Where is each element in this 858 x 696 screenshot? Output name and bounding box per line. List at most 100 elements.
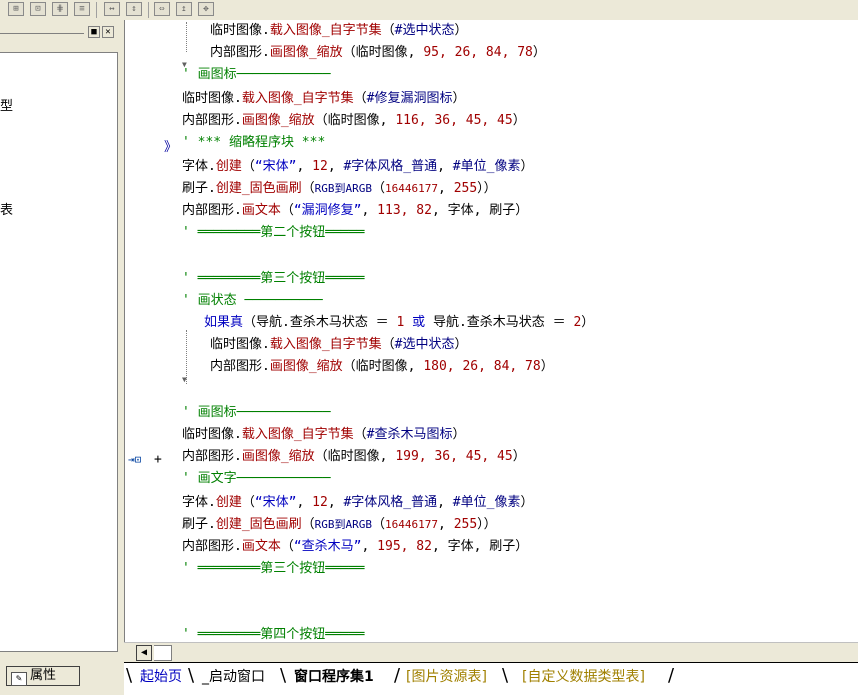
code-token: （ [372,181,386,196]
code-token: （ [381,23,395,38]
scroll-track[interactable] [154,645,172,661]
breakpoint-icon[interactable]: ⇥⊡ [128,453,141,466]
height-icon[interactable]: ↕ [126,2,142,16]
component-box[interactable]: 型 表 [0,52,118,652]
tab-separator: / [668,665,675,686]
code-token: （ [301,181,315,196]
code-line[interactable]: 内部图形.画图像_缩放（临时图像, 95, 26, 84, 78） [210,44,546,62]
code-token: 255 [453,517,478,532]
code-line[interactable]: 如果真（导航.查杀木马状态 ＝ 1 或 导航.查杀木马状态 ＝ 2） [204,314,594,332]
code-line[interactable]: ' 画状态 ────────── [182,292,323,310]
code-line[interactable]: 内部图形.画图像_缩放（临时图像, 116, 36, 45, 45） [182,112,526,130]
list-item[interactable]: 型 [0,95,13,114]
code-token: , [296,159,313,174]
code-token: #选中状态 [394,23,455,38]
restore-icon[interactable]: ■ [88,26,100,38]
code-token: 载入图像_自字节集 [241,427,354,442]
code-token: 导航.查杀木马状态 ＝ [432,315,574,330]
code-line[interactable]: 内部图形.画文本（“查杀木马”, 195, 82, 字体, 刷子） [182,538,528,556]
align-icon[interactable]: ⊞ [8,2,24,16]
code-line[interactable]: 字体.创建（“宋体”, 12, #字体风格_普通, #单位_像素） [182,158,533,176]
code-line[interactable]: ' 画文字──────────── [182,470,331,488]
code-line[interactable]: ' ════════第三个按钮═════ [182,270,364,288]
code-token: , [438,517,454,532]
width-icon[interactable]: ↔ [104,2,120,16]
code-line[interactable]: ' 画图标──────────── [182,404,331,422]
code-token: ' 画文字──────────── [182,471,331,486]
code-token: ' 画图标──────────── [182,67,331,82]
code-line[interactable]: ' 画图标──────────── [182,66,331,84]
code-area[interactable]: 临时图像.载入图像_自字节集（#选中状态） 内部图形.画图像_缩放（临时图像, 9… [124,20,858,642]
code-token: 内部图形. [182,539,242,554]
code-line[interactable]: 内部图形.画文本（“漏洞修复”, 113, 82, 字体, 刷子） [182,202,528,220]
stack-icon[interactable]: ≡ [74,2,90,16]
code-token: ） [581,315,595,330]
tab-custom-types[interactable]: [自定义数据类型表] [522,667,645,687]
code-token: 画图像_缩放 [241,113,315,128]
code-line[interactable]: 刷子.创建_固色画刷（RGB到ARGB（16446177, 255）） [182,180,497,198]
code-token: “宋体” [254,159,297,174]
code-token: （ [241,495,255,510]
center-icon[interactable]: ⊡ [30,2,46,16]
code-token: 内部图形. [182,203,242,218]
move-icon[interactable]: ✥ [198,2,214,16]
code-token: ）） [477,517,497,532]
code-token: 12 [312,159,328,174]
code-token: RGB到ARGB [314,182,373,195]
tab-window-assembly[interactable]: 窗口程序集1 [294,667,374,687]
close-icon[interactable]: ✕ [102,26,114,38]
code-token: 如果真 [204,315,244,330]
code-line[interactable]: ' ════════第三个按钮═════ [182,560,364,578]
tab-start-page[interactable]: 起始页 [140,667,182,687]
code-line[interactable]: ' ════════第二个按钮═════ [182,224,364,242]
scroll-left-button[interactable]: ◀ [136,645,152,661]
code-line[interactable]: 刷子.创建_固色画刷（RGB到ARGB（16446177, 255）） [182,516,497,534]
resize-icon[interactable]: ⇔ [154,2,170,16]
list-item[interactable]: 表 [0,199,13,218]
code-token: 临时图像. [210,337,270,352]
code-line[interactable]: 字体.创建（“宋体”, 12, #字体风格_普通, #单位_像素） [182,494,533,512]
flow-arrow-icon: ▼ [182,60,187,69]
code-token: ） [452,91,466,106]
insert-marker-icon[interactable]: + [154,452,162,467]
code-token: ） [520,159,534,174]
code-token: ）） [477,181,497,196]
move-icon[interactable]: ↥ [176,2,192,16]
tab-image-resources[interactable]: [图片资源表] [406,667,487,687]
tab-separator: \ [280,665,287,686]
fold-marker-icon[interactable]: 》 [164,136,177,155]
code-token: 12 [312,495,328,510]
code-line[interactable]: ' *** 缩略程序块 *** [182,134,325,152]
code-token: 字体. [182,495,216,510]
code-editor[interactable]: 临时图像.载入图像_自字节集（#选中状态） 内部图形.画图像_缩放（临时图像, 9… [124,20,858,642]
horizontal-scrollbar[interactable]: ◀ [124,642,858,663]
code-token: 刷子. [182,181,216,196]
toolbar-separator [96,2,97,18]
code-token: #单位_像素 [452,159,521,174]
panel-titlebar: ■ ✕ [0,26,118,40]
properties-label: 属性 [30,668,57,683]
code-token: 字体. [182,159,216,174]
distribute-icon[interactable]: ⋕ [52,2,68,16]
code-token: （ [301,517,315,532]
code-line[interactable]: 临时图像.载入图像_自字节集（#选中状态） [210,22,468,40]
code-line[interactable]: 临时图像.载入图像_自字节集（#查杀木马图标） [182,426,466,444]
code-token: （ [353,91,367,106]
properties-tab[interactable]: ✎ 属性 [6,666,80,686]
code-token: （临时图像, [342,359,424,374]
code-token: ' ════════第三个按钮═════ [182,271,365,286]
code-token: ） [532,45,546,60]
document-tabs: \ 起始页 \ _启动窗口 \ 窗口程序集1 / [图片资源表] \ [自定义数… [124,662,858,696]
code-line[interactable]: 临时图像.载入图像_自字节集（#修复漏洞图标） [182,90,466,108]
code-token: #字体风格_普通 [343,495,438,510]
code-token: 16446177 [385,518,439,531]
code-token: , [361,539,378,554]
code-line[interactable]: 内部图形.画图像_缩放（临时图像, 199, 36, 45, 45） [182,448,526,466]
tab-startup-window[interactable]: _启动窗口 [202,667,265,687]
code-token: （ [280,203,294,218]
code-token: 内部图形. [182,449,242,464]
code-line[interactable]: 临时图像.载入图像_自字节集（#选中状态） [210,336,468,354]
code-line[interactable]: 内部图形.画图像_缩放（临时图像, 180, 26, 84, 78） [210,358,554,376]
code-token: 画图像_缩放 [241,449,315,464]
code-token: “宋体” [254,495,297,510]
